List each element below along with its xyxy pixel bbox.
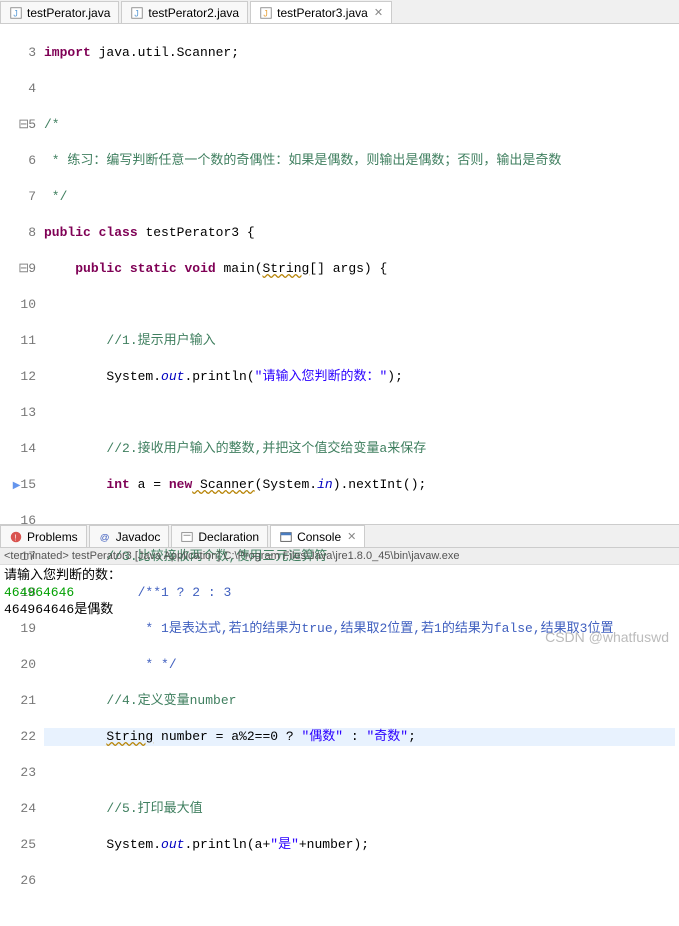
tab-label: testPerator3.java (277, 6, 368, 20)
code-editor[interactable]: 3 4 ⊟5 6 7 8 ⊟9 10 11 12 13 14 ▶15 16 17… (0, 24, 679, 524)
svg-text:!: ! (14, 533, 16, 542)
tab-testperator3[interactable]: J testPerator3.java ✕ (250, 1, 392, 23)
close-icon[interactable]: ✕ (347, 530, 356, 543)
tab-label: testPerator2.java (148, 6, 239, 20)
code-area[interactable]: import java.util.Scanner; /* * 练习：编写判断任意… (40, 24, 679, 524)
tab-declaration[interactable]: Declaration (171, 525, 268, 547)
tab-testperator[interactable]: J testPerator.java (0, 1, 119, 23)
tab-label: testPerator.java (27, 6, 110, 20)
svg-text:J: J (13, 8, 17, 18)
tab-problems[interactable]: ! Problems (0, 525, 87, 547)
tab-console[interactable]: Console ✕ (270, 525, 365, 547)
editor-tabs: J testPerator.java J testPerator2.java J… (0, 0, 679, 24)
javadoc-icon: @ (98, 530, 112, 544)
tab-javadoc[interactable]: @ Javadoc (89, 525, 170, 547)
tab-testperator2[interactable]: J testPerator2.java (121, 1, 248, 23)
svg-text:J: J (135, 8, 139, 18)
close-icon[interactable]: ✕ (374, 6, 383, 19)
svg-text:J: J (263, 8, 267, 18)
problems-icon: ! (9, 530, 23, 544)
java-file-icon: J (259, 6, 273, 20)
java-file-icon: J (9, 6, 23, 20)
declaration-icon (180, 530, 194, 544)
line-number-gutter: 3 4 ⊟5 6 7 8 ⊟9 10 11 12 13 14 ▶15 16 17… (0, 24, 40, 524)
java-file-icon: J (130, 6, 144, 20)
svg-text:@: @ (99, 532, 109, 543)
console-icon (279, 530, 293, 544)
